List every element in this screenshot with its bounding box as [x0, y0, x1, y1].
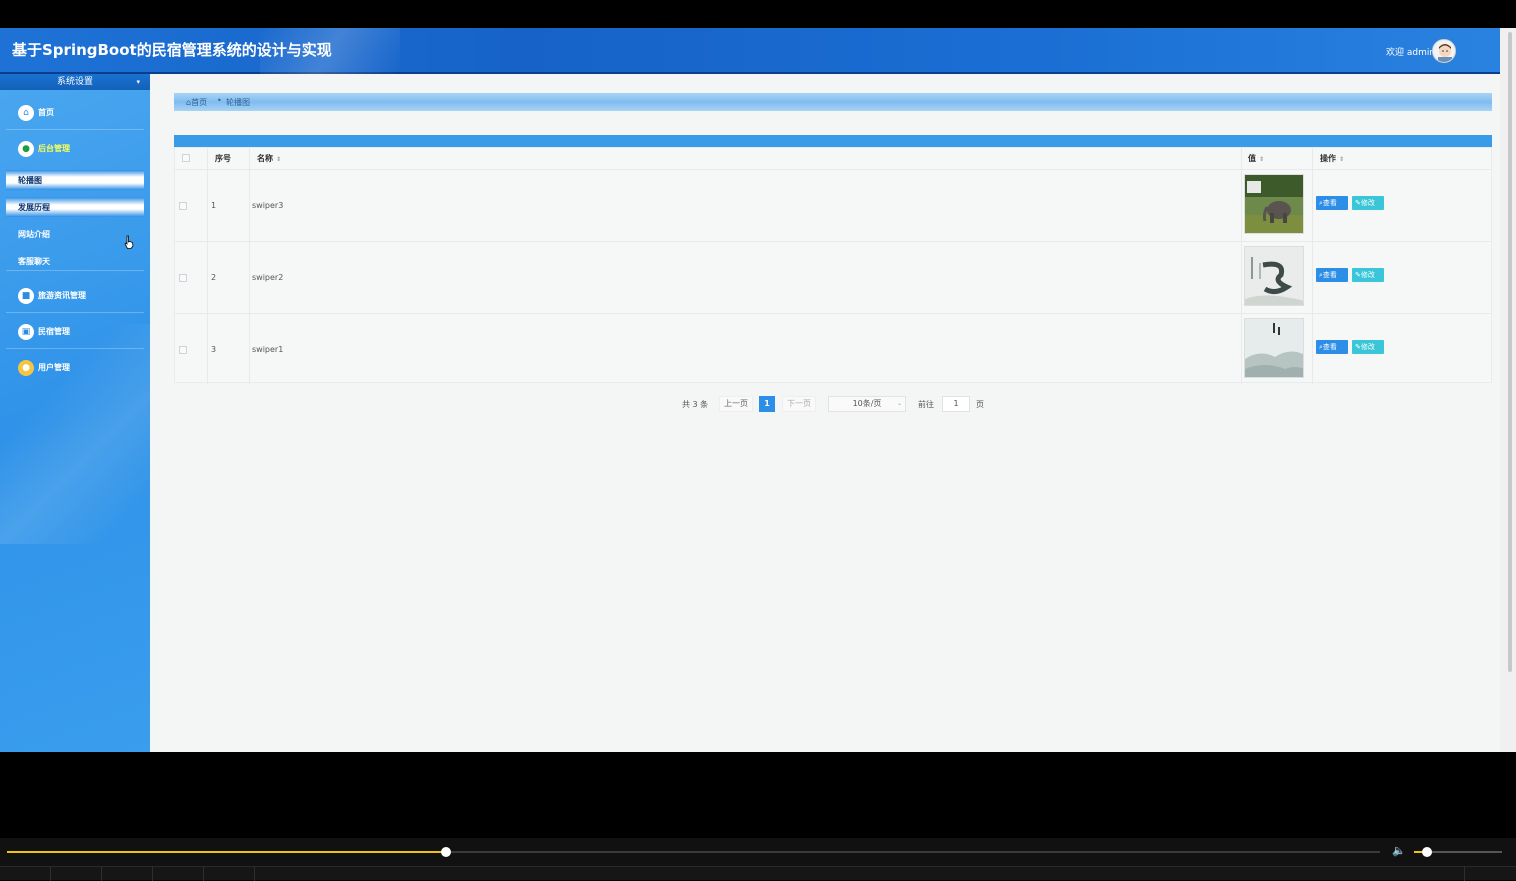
edit-button[interactable]: ✎修改 [1352, 340, 1384, 354]
square-icon: ■ [18, 288, 34, 304]
next-page-button[interactable]: 下一页 [782, 396, 816, 412]
sidebar-item-label: 旅游资讯管理 [38, 291, 86, 300]
player-bottom-bar [0, 866, 1516, 881]
sidebar-item-label: 首页 [38, 108, 54, 117]
sidebar-item-label: 民宿管理 [38, 327, 70, 336]
submenu-item-label: 发展历程 [18, 203, 50, 212]
progress-handle[interactable] [441, 847, 452, 857]
row-checkbox[interactable] [179, 346, 187, 354]
app-header: 基于SpringBoot的民宿管理系统的设计与实现 欢迎 admin [0, 28, 1500, 74]
avatar[interactable] [1432, 39, 1456, 63]
hand-cursor-icon [124, 235, 134, 249]
carousel-image-ink-painting[interactable] [1244, 246, 1304, 306]
select-all-checkbox[interactable] [182, 154, 190, 162]
sidebar-item-home[interactable]: ⌂ 首页 [6, 96, 144, 130]
volume-slider[interactable] [1414, 847, 1502, 857]
page-unit-label: 页 [976, 400, 984, 409]
chevron-down-icon: ▾ [136, 78, 140, 86]
pagination: 共 3 条 上一页 1 下一页 10条/页 ⌄ 前往 1 页 [0, 396, 1516, 412]
sidebar-item-backend[interactable]: ● 后台管理 [6, 132, 144, 166]
app-window: 基于SpringBoot的民宿管理系统的设计与实现 欢迎 admin 系统设置 … [0, 28, 1500, 752]
column-header-index: 序号 [215, 154, 231, 163]
submenu-item-carousel[interactable]: 轮播图 [6, 170, 144, 190]
sidebar-item-label: 后台管理 [38, 144, 70, 153]
row-index: 2 [211, 273, 217, 282]
goto-label: 前往 [918, 400, 934, 409]
column-header-name[interactable]: 名称 ⇕ [257, 148, 281, 169]
view-button[interactable]: ⌕查看 [1316, 196, 1348, 210]
data-table: 序号 名称 ⇕ 值 ⇕ 操作 ⇕ 1 swiper3 ⌕查看 ✎修改 2 swi… [174, 147, 1492, 385]
app-title: 基于SpringBoot的民宿管理系统的设计与实现 [12, 41, 332, 59]
submenu-item-label: 轮播图 [18, 176, 42, 185]
breadcrumb-home[interactable]: ⌂首页 [186, 97, 207, 108]
sort-icon: ⇕ [276, 156, 282, 163]
submenu-item-chat[interactable]: 客服聊天 [6, 251, 144, 271]
submenu-item-label: 网站介绍 [18, 230, 50, 239]
row-name: swiper3 [252, 201, 284, 210]
row-index: 1 [211, 201, 217, 210]
sidebar-item-label: 用户管理 [38, 363, 70, 372]
sidebar-title: 系统设置 [56, 77, 93, 87]
sort-icon: ⇕ [1339, 156, 1345, 163]
edit-button[interactable]: ✎修改 [1352, 196, 1384, 210]
row-checkbox[interactable] [179, 274, 187, 282]
sidebar: 系统设置 ▾ ⌂ 首页 ● 后台管理 轮播图 发展历程 网站介绍 客服聊天 ■ … [0, 74, 150, 752]
sort-icon: ⇕ [1259, 156, 1265, 163]
prev-page-button[interactable]: 上一页 [719, 396, 753, 412]
table-row: 2 swiper2 ⌕查看 ✎修改 [175, 241, 1491, 313]
row-name: swiper1 [252, 345, 284, 354]
view-button[interactable]: ⌕查看 [1316, 268, 1348, 282]
row-index: 3 [211, 345, 217, 354]
submenu-item-history[interactable]: 发展历程 [6, 197, 144, 217]
chevron-down-icon: ⌄ [896, 400, 902, 407]
user-avatar-icon [1438, 44, 1452, 62]
table-row: 1 swiper3 ⌕查看 ✎修改 [175, 169, 1491, 241]
carousel-image-elephant[interactable] [1244, 174, 1304, 234]
page-size-select[interactable]: 10条/页 ⌄ [828, 396, 906, 412]
table-toolbar [174, 135, 1492, 147]
goto-page-input[interactable]: 1 [942, 396, 970, 412]
row-checkbox[interactable] [179, 202, 187, 210]
user-icon: ● [18, 360, 34, 376]
welcome-text: 欢迎 admin [1386, 48, 1436, 58]
leaf-icon: ● [18, 141, 34, 157]
breadcrumb-current: 轮播图 [226, 98, 250, 107]
page-number-1[interactable]: 1 [759, 396, 775, 412]
sidebar-item-users[interactable]: ● 用户管理 [6, 351, 144, 385]
sidebar-item-travel-news[interactable]: ■ 旅游资讯管理 [6, 279, 144, 313]
carousel-image-misty-landscape[interactable] [1244, 318, 1304, 378]
submenu-item-label: 客服聊天 [18, 257, 50, 266]
column-header-value[interactable]: 值 ⇕ [1248, 148, 1264, 169]
video-player-controls: 🔈 [0, 838, 1516, 881]
breadcrumb: ⌂首页 • 轮播图 [174, 93, 1492, 111]
column-header-action[interactable]: 操作 ⇕ [1320, 148, 1344, 169]
progress-bar[interactable] [7, 847, 1380, 857]
row-name: swiper2 [252, 273, 284, 282]
home-icon: ⌂ [18, 105, 34, 121]
view-button[interactable]: ⌕查看 [1316, 340, 1348, 354]
volume-icon[interactable]: 🔈 [1392, 844, 1408, 858]
total-count: 共 3 条 [682, 400, 709, 409]
volume-handle[interactable] [1421, 847, 1432, 857]
sidebar-header[interactable]: 系统设置 ▾ [0, 74, 150, 90]
bus-icon: ▣ [18, 324, 34, 340]
table-row: 3 swiper1 ⌕查看 ✎修改 [175, 313, 1491, 385]
edit-button[interactable]: ✎修改 [1352, 268, 1384, 282]
breadcrumb-separator: • [217, 96, 222, 105]
sidebar-item-homestay[interactable]: ▣ 民宿管理 [6, 315, 144, 349]
vertical-scrollbar[interactable] [1500, 28, 1516, 752]
